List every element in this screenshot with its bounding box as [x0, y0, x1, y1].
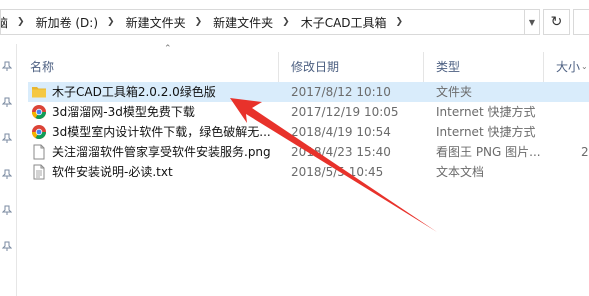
pin-icon[interactable]: [2, 133, 12, 143]
breadcrumb-label: 脑: [1, 14, 11, 31]
file-date: 2017/12/19 10:05: [291, 105, 399, 119]
search-box[interactable]: [573, 9, 589, 35]
column-header-name[interactable]: 名称: [30, 58, 54, 80]
breadcrumb-label: 新建文件夹: [125, 15, 186, 30]
address-bar[interactable]: 脑 ❯ 新加卷 (D:) ❯ 新建文件夹 ❯ 新建文件夹 ❯ 木子CAD工具箱 …: [0, 9, 525, 35]
file-row[interactable]: 3d溜溜网-3d模型免费下载 2017/12/19 10:05 Internet…: [28, 102, 589, 122]
column-header-type[interactable]: 类型: [436, 58, 460, 80]
chevron-down-icon[interactable]: ⌄: [581, 62, 588, 71]
chrome-shortcut-icon: [31, 124, 47, 140]
breadcrumb-item-partial[interactable]: 脑: [1, 10, 11, 34]
file-type: 看图王 PNG 图片...: [436, 145, 541, 159]
folder-icon: [31, 84, 47, 100]
column-header-date[interactable]: 修改日期: [291, 58, 339, 80]
file-date: 2017/8/12 10:10: [291, 85, 391, 99]
breadcrumb-label: 新建文件夹: [213, 15, 274, 30]
chevron-right-icon[interactable]: ❯: [11, 17, 29, 27]
txt-file-icon: [31, 164, 47, 180]
refresh-icon: ↻: [550, 14, 563, 30]
file-name: 关注溜溜软件管家享受软件安装服务.png: [52, 145, 271, 159]
breadcrumb-label: 新加卷 (D:): [35, 15, 99, 30]
file-name: 软件安装说明-必读.txt: [52, 165, 173, 179]
chrome-shortcut-icon: [31, 104, 47, 120]
pin-icon[interactable]: [2, 97, 12, 107]
column-header: ⌃ 名称 修改日期 类型 大小 ⌄: [16, 44, 589, 82]
chevron-right-icon[interactable]: ❯: [276, 17, 294, 27]
breadcrumb-item-folder-2[interactable]: 新建文件夹: [206, 10, 276, 34]
file-type: Internet 快捷方式: [436, 125, 536, 139]
column-divider[interactable]: [278, 52, 279, 82]
file-date: 2018/5/5 10:45: [291, 165, 384, 179]
file-type: Internet 快捷方式: [436, 105, 536, 119]
file-row[interactable]: 关注溜溜软件管家享受软件安装服务.png 2018/4/23 15:40 看图王…: [28, 142, 589, 162]
chevron-right-icon[interactable]: ❯: [189, 17, 207, 27]
navigation-pane[interactable]: [0, 44, 17, 296]
file-name: 3d模型室内设计软件下载，绿色破解无...: [52, 125, 271, 139]
pin-icon[interactable]: [2, 241, 12, 251]
png-file-icon: [31, 144, 47, 160]
pin-icon[interactable]: [2, 205, 12, 215]
file-type: 文件夹: [436, 85, 473, 99]
column-header-size[interactable]: 大小: [556, 58, 580, 80]
file-row[interactable]: 软件安装说明-必读.txt 2018/5/5 10:45 文本文档: [28, 162, 589, 182]
sort-ascending-icon: ⌃: [164, 44, 172, 54]
file-name: 木子CAD工具箱2.0.2.0绿色版: [52, 85, 216, 99]
file-date: 2018/4/23 15:40: [291, 145, 391, 159]
pin-icon[interactable]: [2, 169, 12, 179]
column-divider[interactable]: [423, 52, 424, 82]
file-type: 文本文档: [436, 165, 485, 179]
breadcrumb-item-folder-1[interactable]: 新建文件夹: [119, 10, 189, 34]
breadcrumb-item-current[interactable]: 木子CAD工具箱: [294, 10, 390, 34]
chevron-right-icon[interactable]: ❯: [390, 17, 408, 27]
refresh-button[interactable]: ↻: [543, 9, 570, 35]
file-size: 2: [581, 145, 589, 159]
chevron-right-icon[interactable]: ❯: [101, 17, 119, 27]
chevron-down-icon: ▼: [528, 17, 536, 27]
address-history-dropdown[interactable]: ▼: [525, 9, 540, 35]
file-name: 3d溜溜网-3d模型免费下载: [52, 105, 195, 119]
file-row[interactable]: 木子CAD工具箱2.0.2.0绿色版 2017/8/12 10:10 文件夹: [28, 82, 589, 102]
breadcrumb-label: 木子CAD工具箱: [300, 15, 387, 30]
file-row[interactable]: 3d模型室内设计软件下载，绿色破解无... 2018/4/19 10:54 In…: [28, 122, 589, 142]
file-date: 2018/4/19 10:54: [291, 125, 391, 139]
breadcrumb-item-drive[interactable]: 新加卷 (D:): [29, 10, 101, 34]
column-divider[interactable]: [543, 52, 544, 82]
pin-icon[interactable]: [2, 61, 12, 71]
